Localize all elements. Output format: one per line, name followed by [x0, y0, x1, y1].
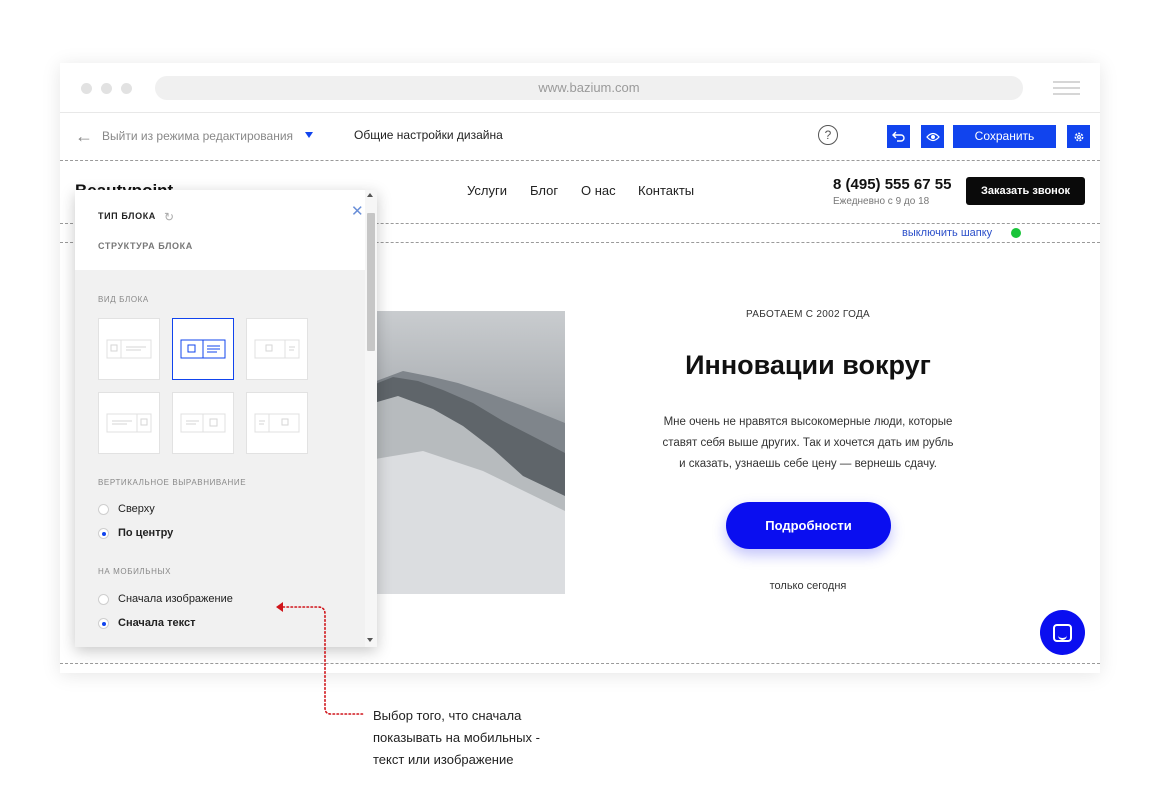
layout-option[interactable] [246, 392, 308, 454]
eye-icon [925, 132, 940, 141]
block-view-label: ВИД БЛОКА [98, 295, 149, 304]
align-center-label[interactable]: По центру [118, 527, 173, 539]
layout-option-selected[interactable] [172, 318, 234, 380]
layout-preview-icon [106, 413, 152, 433]
body-text: Мне очень не нравятся высокомерные люди,… [640, 412, 976, 475]
annotation-line: Выбор того, что сначала [373, 708, 522, 723]
gear-icon [1074, 132, 1083, 141]
block-settings-panel: ТИП БЛОКА ↻ ✕ СТРУКТУРА БЛОКА ВИД БЛОКА … [75, 190, 377, 647]
block-divider [60, 663, 1100, 664]
panel-header [75, 190, 365, 270]
image-first-radio[interactable] [98, 594, 109, 605]
undo-icon [892, 131, 905, 142]
exit-edit-link[interactable]: ← Выйти из режима редактирования [75, 125, 293, 147]
text-first-radio[interactable] [98, 618, 109, 629]
vertical-align-label: ВЕРТИКАЛЬНОЕ ВЫРАВНИВАНИЕ [98, 478, 247, 487]
scroll-up-arrow-icon[interactable] [367, 193, 373, 197]
mountain-illustration [363, 371, 565, 594]
window-dot [81, 83, 92, 94]
help-icon[interactable]: ? [818, 125, 838, 145]
layout-preview-icon [254, 413, 300, 433]
layout-preview-icon [180, 413, 226, 433]
layout-preview-icon [180, 339, 226, 359]
note-text: только сегодня [769, 580, 847, 592]
address-bar[interactable]: www.bazium.com [155, 76, 1023, 100]
editor-toolbar: ← Выйти из режима редактирования Общие н… [60, 113, 1100, 161]
settings-button[interactable] [1067, 125, 1090, 148]
align-top-label[interactable]: Сверху [118, 503, 155, 515]
browser-bar: www.bazium.com [60, 63, 1100, 113]
align-top-radio[interactable] [98, 504, 109, 515]
annotation-line: показывать на мобильных - [373, 730, 540, 745]
nav-item-services[interactable]: Услуги [467, 183, 507, 198]
working-hours: Ежедневно с 9 до 18 [833, 196, 930, 207]
body-line: и сказать, узнаешь себе цену — вернешь с… [679, 458, 937, 470]
status-indicator [1011, 228, 1021, 238]
refresh-icon[interactable]: ↻ [164, 210, 174, 224]
layout-option[interactable] [246, 318, 308, 380]
text-first-label[interactable]: Сначала текст [118, 617, 195, 629]
mobile-order-label: НА МОБИЛЬНЫХ [98, 567, 172, 576]
layout-preview-icon [106, 339, 152, 359]
layout-option[interactable] [172, 392, 234, 454]
chat-widget-button[interactable] [1040, 610, 1085, 655]
nav-item-contacts[interactable]: Контакты [638, 183, 694, 198]
preview-button[interactable] [921, 125, 944, 148]
nav-item-about[interactable]: О нас [581, 183, 616, 198]
body-line: Мне очень не нравятся высокомерные люди,… [663, 416, 953, 428]
design-settings-link[interactable]: Общие настройки дизайна [354, 128, 503, 142]
headline: Инновации вокруг [685, 350, 931, 380]
dropdown-triangle-icon[interactable] [305, 132, 313, 138]
annotation-line: текст или изображение [373, 752, 514, 767]
nav-item-blog[interactable]: Блог [530, 183, 558, 198]
arrow-left-icon: ← [75, 126, 93, 146]
undo-button[interactable] [887, 125, 910, 148]
tagline: РАБОТАЕМ С 2002 ГОДА [745, 309, 870, 320]
exit-edit-label: Выйти из режима редактирования [102, 129, 294, 143]
block-type-title[interactable]: ТИП БЛОКА [98, 211, 156, 221]
image-first-label[interactable]: Сначала изображение [118, 593, 233, 605]
scroll-down-arrow-icon[interactable] [367, 638, 373, 642]
window-dot [101, 83, 112, 94]
align-center-radio[interactable] [98, 528, 109, 539]
layout-option[interactable] [98, 392, 160, 454]
layout-preview-icon [254, 339, 300, 359]
chat-icon [1053, 623, 1072, 642]
save-button[interactable]: Сохранить [953, 125, 1056, 148]
layout-option[interactable] [98, 318, 160, 380]
phone-number[interactable]: 8 (495) 555 67 55 [833, 176, 951, 193]
close-icon[interactable]: ✕ [351, 202, 364, 220]
details-button[interactable]: Подробности [726, 502, 891, 549]
scrollbar-thumb[interactable] [367, 213, 375, 351]
window-dot [121, 83, 132, 94]
disable-header-link[interactable]: выключить шапку [902, 227, 992, 239]
body-line: ставят себя выше других. Так и хочется д… [662, 437, 954, 449]
call-request-button[interactable]: Заказать звонок [966, 177, 1085, 205]
annotation-text: Выбор того, что сначала показывать на мо… [373, 705, 583, 771]
tab-pointer [97, 262, 113, 270]
mountain-image [363, 311, 565, 594]
block-structure-tab[interactable]: СТРУКТУРА БЛОКА [98, 241, 193, 251]
menu-icon[interactable] [1053, 81, 1080, 95]
